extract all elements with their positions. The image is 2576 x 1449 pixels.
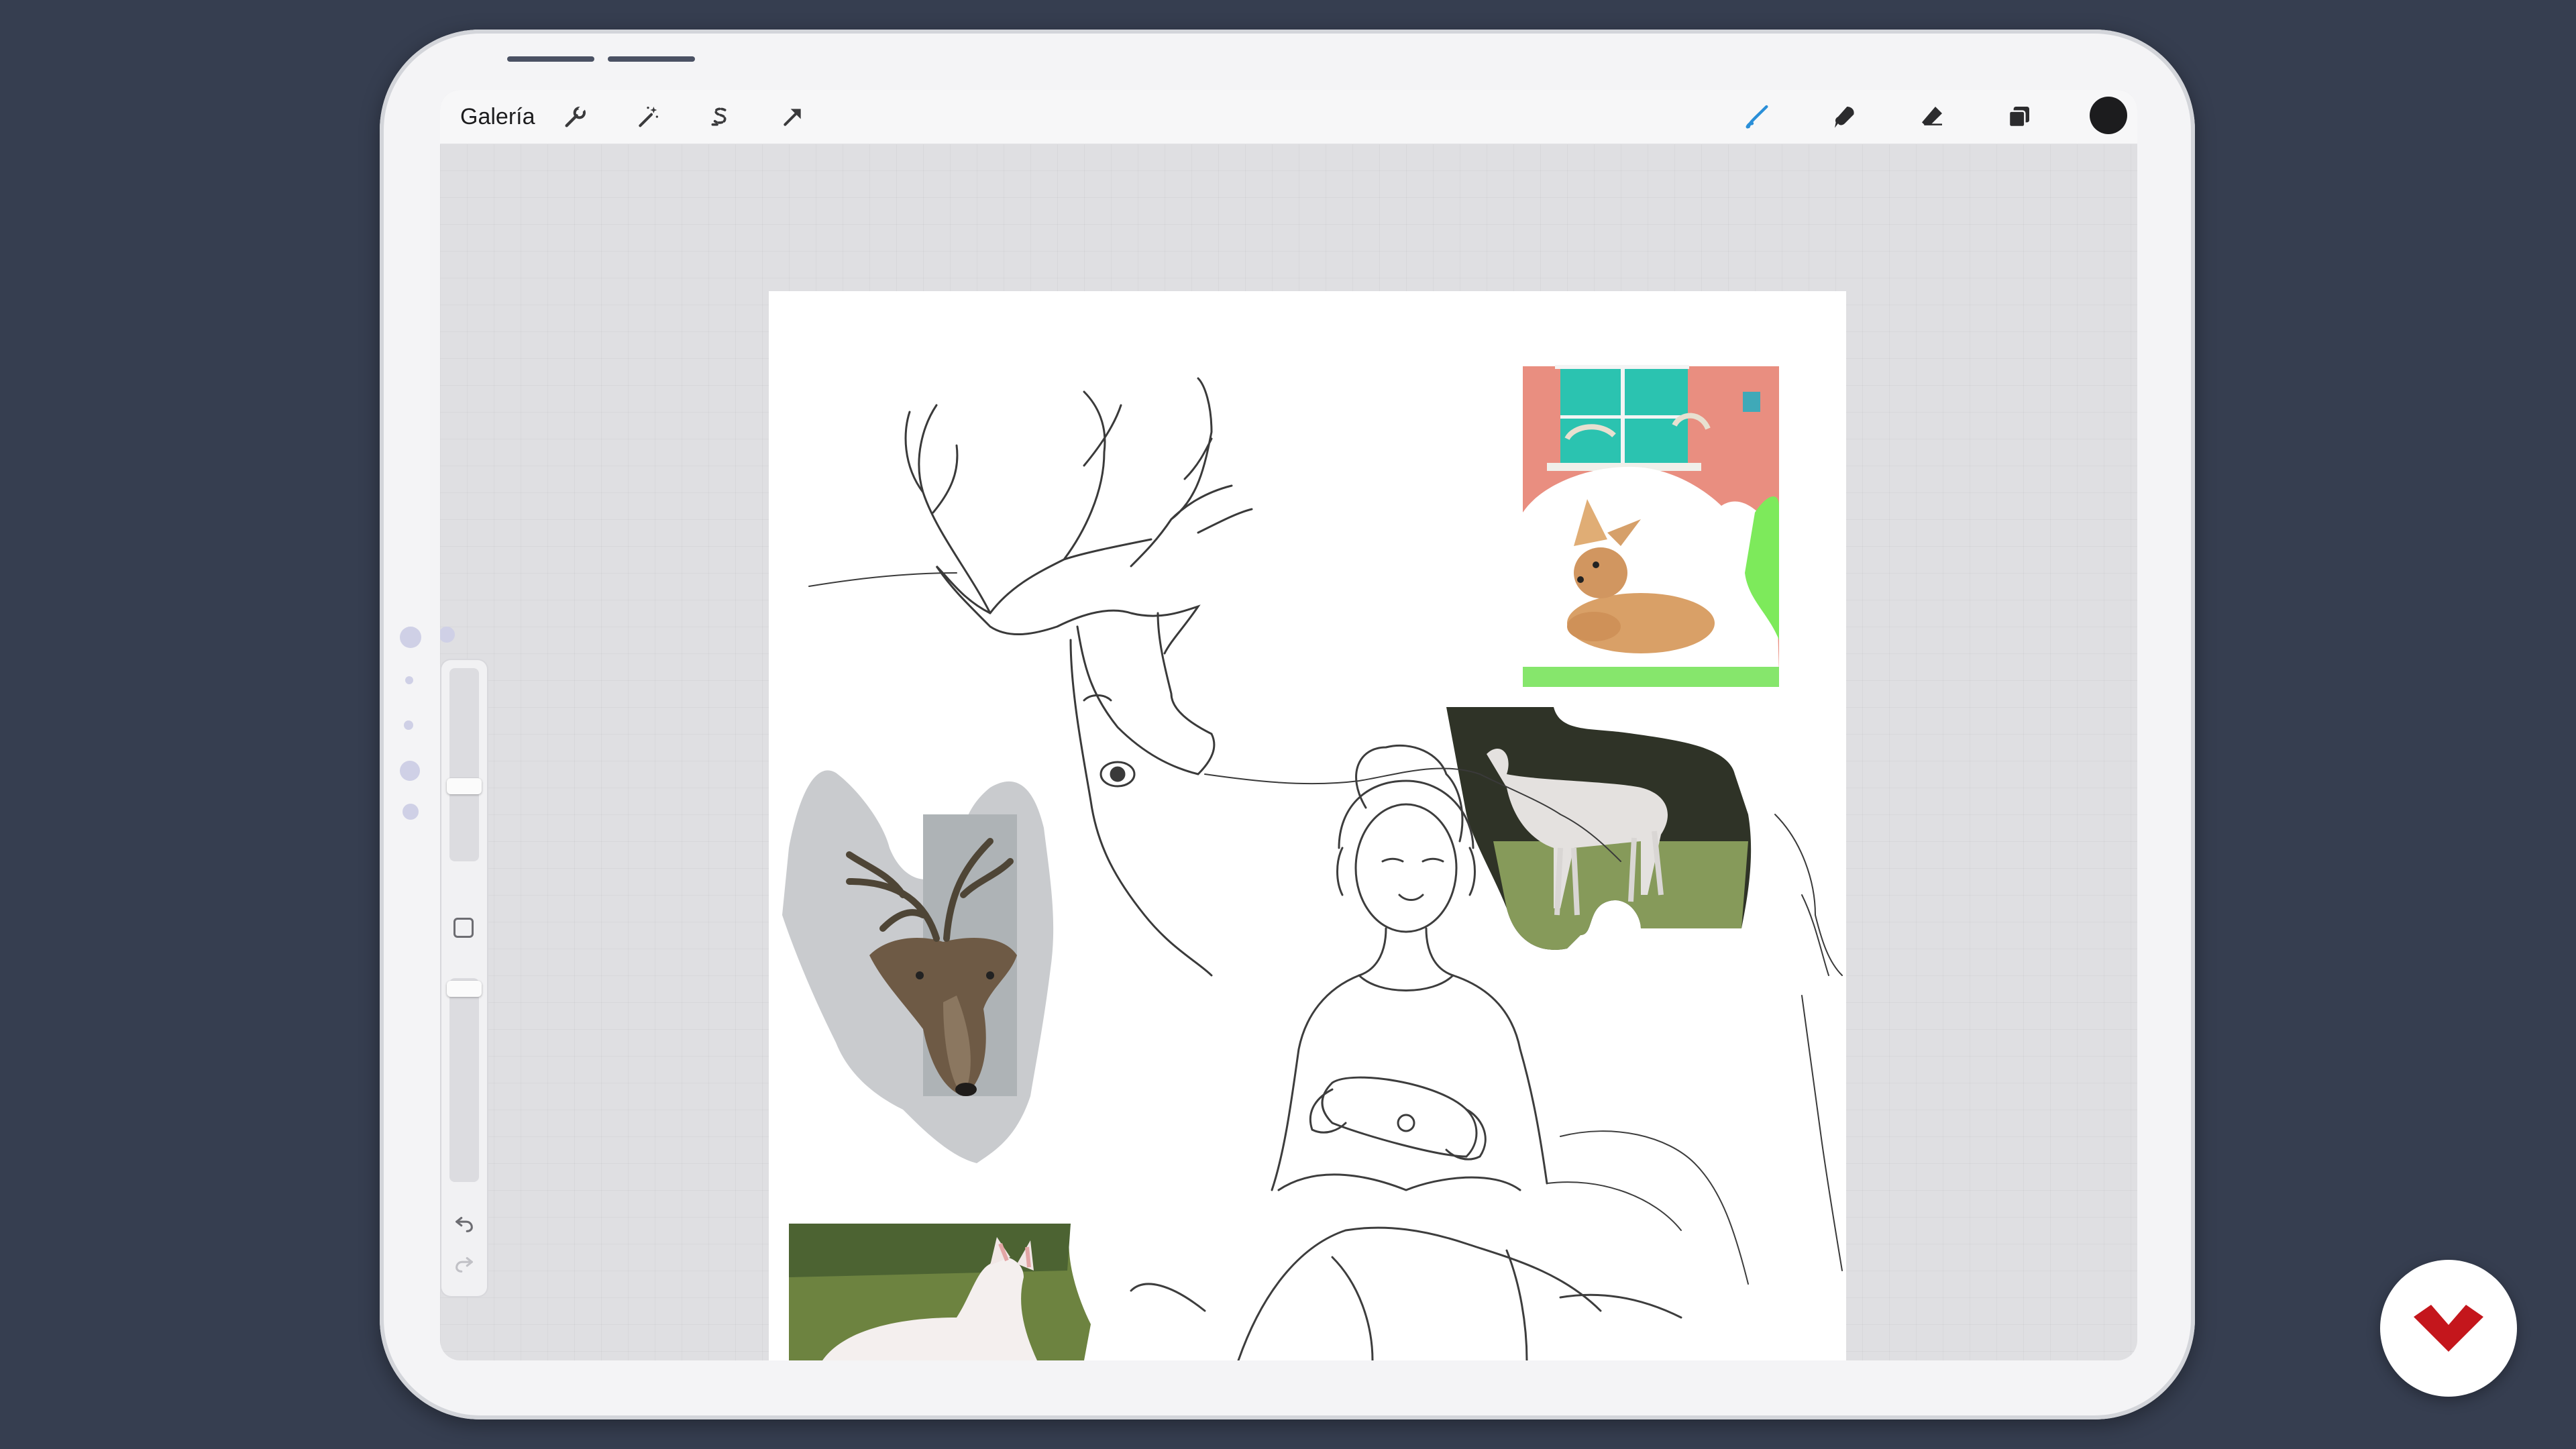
- reference-photo-fawn: [1523, 365, 1779, 687]
- smudge-icon[interactable]: [1826, 98, 1864, 136]
- drawing-canvas[interactable]: [769, 291, 1846, 1360]
- opacity-slider[interactable]: [449, 978, 479, 1182]
- redo-icon[interactable]: [448, 1248, 480, 1280]
- eraser-icon[interactable]: [1913, 98, 1951, 136]
- canvas-artwork: [782, 365, 1843, 1360]
- undo-icon[interactable]: [448, 1208, 480, 1240]
- faint-dot: [405, 676, 413, 684]
- magic-wand-icon[interactable]: [629, 98, 667, 136]
- wrench-icon[interactable]: [557, 98, 594, 136]
- layers-icon[interactable]: [2000, 98, 2038, 136]
- selection-icon[interactable]: [702, 98, 739, 136]
- app-screen: Galería: [440, 90, 2137, 1360]
- transform-arrow-icon[interactable]: [774, 98, 812, 136]
- gallery-button[interactable]: Galería: [460, 101, 535, 133]
- left-sidebar: [441, 660, 487, 1296]
- faint-dot: [404, 720, 413, 730]
- faint-dot: [400, 761, 420, 781]
- brand-logo-icon: [2414, 1305, 2483, 1352]
- reference-photo-white-deer-lying: [789, 1224, 1091, 1360]
- tablet-hardware-button: [507, 56, 594, 62]
- tablet-hardware-button: [608, 56, 695, 62]
- reference-photo-white-deer-standing: [1446, 707, 1752, 950]
- reference-photo-mounted-deer-head: [782, 770, 1054, 1163]
- faint-dot: [402, 804, 419, 820]
- color-picker-button[interactable]: [2090, 97, 2127, 134]
- brush-icon[interactable]: [1739, 98, 1776, 136]
- opacity-thumb[interactable]: [447, 981, 482, 997]
- modify-button[interactable]: [453, 918, 474, 938]
- brand-logo: [2380, 1260, 2517, 1397]
- brush-size-slider[interactable]: [449, 668, 479, 861]
- brush-size-thumb[interactable]: [447, 778, 482, 794]
- faint-dot: [400, 627, 421, 648]
- top-toolbar: Galería: [440, 90, 2137, 144]
